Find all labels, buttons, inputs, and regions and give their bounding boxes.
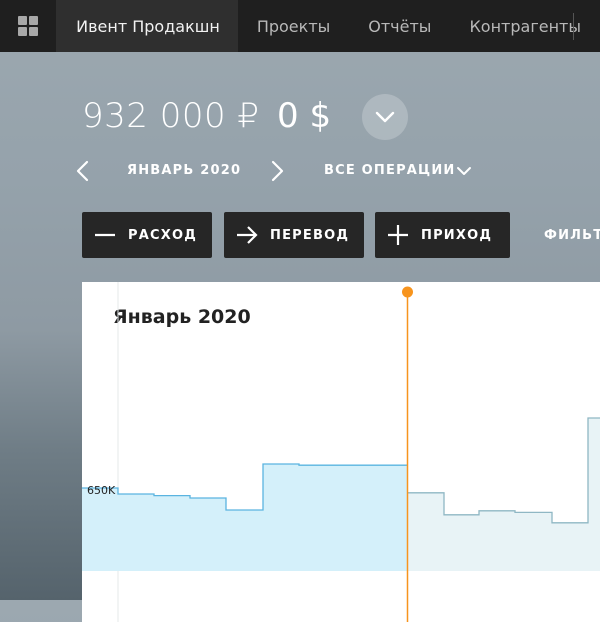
arrow-right-icon xyxy=(237,226,258,244)
app-menu-button[interactable] xyxy=(0,0,56,52)
chevron-left-icon[interactable] xyxy=(74,160,92,182)
transfer-button-label: ПЕРЕВОД xyxy=(270,227,350,243)
nav-tab-counterparties[interactable]: Контрагенты xyxy=(450,0,600,52)
expense-button-label: РАСХОД xyxy=(128,227,197,243)
chevron-down-icon xyxy=(375,111,395,123)
nav-tab-event-production[interactable]: Ивент Продакшн xyxy=(56,0,238,52)
today-marker-dot xyxy=(402,286,413,298)
nav-tab-reports[interactable]: Отчёты xyxy=(349,0,450,52)
income-button-label: ПРИХОД xyxy=(421,227,493,243)
balance-expand-button[interactable] xyxy=(362,94,408,140)
period-selector: ЯНВАРЬ 2020 ВСЕ ОПЕРАЦИИ xyxy=(72,160,600,182)
income-button[interactable]: ПРИХОД xyxy=(375,212,510,258)
plus-icon xyxy=(388,225,408,245)
minus-icon xyxy=(95,233,115,237)
balance-rub: 932 000 ₽ xyxy=(82,96,260,136)
balance-chart: 650K xyxy=(82,282,600,622)
operations-filter[interactable]: ВСЕ ОПЕРАЦИИ xyxy=(324,163,455,178)
filter-button[interactable]: ФИЛЬТР xyxy=(544,228,600,243)
period-label: ЯНВАРЬ 2020 xyxy=(127,163,242,178)
chart-area-future xyxy=(407,418,600,571)
transfer-button[interactable]: ПЕРЕВОД xyxy=(224,212,364,258)
expense-button[interactable]: РАСХОД xyxy=(82,212,212,258)
chart-card: Январь 2020 650K xyxy=(82,282,600,622)
chevron-down-icon[interactable] xyxy=(456,164,472,178)
chevron-right-icon[interactable] xyxy=(268,160,286,182)
grid-icon xyxy=(18,16,39,36)
top-nav: Ивент Продакшн Проекты Отчёты Контрагент… xyxy=(0,0,600,52)
nav-divider xyxy=(573,13,574,40)
chart-area-past xyxy=(82,464,407,571)
balance-usd: 0 $ xyxy=(277,96,332,136)
nav-tab-projects[interactable]: Проекты xyxy=(238,0,349,52)
y-tick-label: 650K xyxy=(87,484,116,497)
